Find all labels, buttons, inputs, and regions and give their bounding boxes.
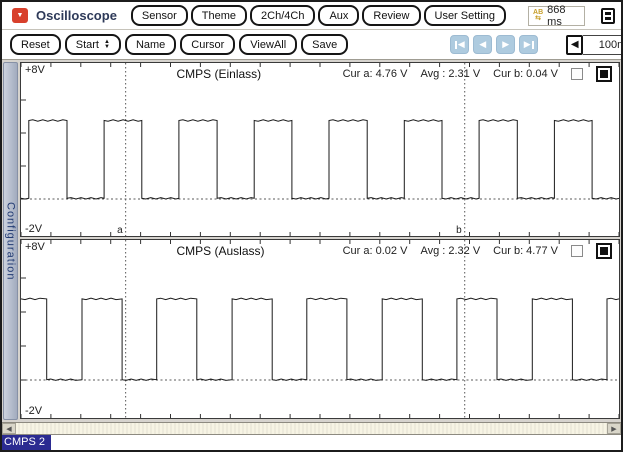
channel1-active-indicator[interactable] (596, 66, 612, 82)
review-button[interactable]: Review (362, 5, 420, 26)
next-record-button[interactable]: ▶ (496, 35, 515, 54)
channel1-panel[interactable]: ab +8V -2V CMPS (Einlass) Cur a: 4.76 V … (20, 62, 620, 237)
channel2-ymax-label: +8V (25, 241, 45, 253)
channel2-ymin-label: -2V (25, 405, 42, 417)
channel1-ymin-label: -2V (25, 223, 42, 235)
app-title: Oscilloscope (36, 8, 117, 23)
channel-mode-button[interactable]: 2Ch/4Ch (250, 5, 315, 26)
channel2-checkbox[interactable] (571, 245, 583, 257)
channel2-cursor-a-readout: Cur a: 0.02 V (343, 245, 408, 257)
name-button[interactable]: Name (125, 34, 176, 55)
time-base-control: ◀ 100ms ▶ (566, 35, 623, 55)
right-triangle-icon: ▶ (524, 39, 531, 50)
status-bar: CMPS 2 (2, 435, 621, 450)
menu-icon[interactable] (601, 8, 615, 24)
scroll-right-button[interactable]: ▶ (607, 423, 621, 434)
right-triangle-icon: ▶ (502, 39, 509, 50)
channel2-active-indicator[interactable] (596, 243, 612, 259)
channel1-waveform-plot[interactable]: ab (21, 63, 619, 236)
first-record-button[interactable]: ◀ (450, 35, 469, 54)
sensor-button[interactable]: Sensor (131, 5, 188, 26)
time-base-decrease-button[interactable]: ◀ (566, 35, 583, 55)
start-button[interactable]: Start ▲▼ (65, 34, 121, 55)
svg-text:a: a (117, 225, 123, 236)
aux-button[interactable]: Aux (318, 5, 359, 26)
save-button[interactable]: Save (301, 34, 348, 55)
ab-timer-icon: AB⇆ (533, 10, 543, 22)
reset-button[interactable]: Reset (10, 34, 61, 55)
last-record-button[interactable]: ▶ (519, 35, 538, 54)
svg-text:b: b (456, 225, 462, 236)
channel1-ymax-label: +8V (25, 64, 45, 76)
scroll-left-button[interactable]: ◀ (2, 423, 16, 434)
scrollbar-track[interactable] (16, 423, 607, 434)
channel2-readouts: Cur a: 0.02 V Avg : 2.32 V Cur b: 4.77 V (343, 243, 612, 259)
channel1-readouts: Cur a: 4.76 V Avg : 2.31 V Cur b: 0.04 V (343, 66, 612, 82)
channel1-cursor-a-readout: Cur a: 4.76 V (343, 68, 408, 80)
start-spinner-icon[interactable]: ▲▼ (104, 40, 110, 50)
horizontal-scrollbar: ◀ ▶ (2, 422, 621, 435)
view-all-button[interactable]: ViewAll (239, 34, 297, 55)
channel2-waveform-plot[interactable] (21, 240, 619, 418)
sample-time-display: AB⇆ 868 ms (528, 6, 585, 26)
cursor-button[interactable]: Cursor (180, 34, 235, 55)
channel1-avg-readout: Avg : 2.31 V (420, 68, 480, 80)
right-triangle-icon: ▶ (611, 425, 616, 433)
channel2-avg-readout: Avg : 2.32 V (420, 245, 480, 257)
app-dropdown-icon[interactable]: ▼ (12, 8, 28, 23)
channel2-panel[interactable]: +8V -2V CMPS (Auslass) Cur a: 0.02 V Avg… (20, 239, 620, 419)
time-base-value[interactable]: 100ms (583, 35, 623, 55)
channel1-checkbox[interactable] (571, 68, 583, 80)
configuration-tab-label: Configuration (5, 202, 17, 280)
side-strip: Configuration (3, 62, 18, 420)
down-triangle-icon: ▼ (17, 12, 24, 19)
left-triangle-icon: ◀ (6, 425, 11, 433)
sample-time-value: 868 ms (547, 4, 580, 28)
header-bar: ▼ Oscilloscope Sensor Theme 2Ch/4Ch Aux … (2, 2, 621, 30)
chart-stack: ab +8V -2V CMPS (Einlass) Cur a: 4.76 V … (20, 62, 620, 420)
configuration-tab[interactable]: Configuration (3, 62, 18, 420)
user-setting-button[interactable]: User Setting (424, 5, 507, 26)
chann2-cursor-b-readout: Cur b: 4.77 V (493, 245, 558, 257)
record-nav: ◀ ◀ ▶ ▶ (450, 35, 538, 54)
channel1-cursor-b-readout: Cur b: 0.04 V (493, 68, 558, 80)
left-triangle-icon: ◀ (458, 39, 465, 50)
sensor-badge[interactable]: CMPS 2 (2, 435, 51, 450)
channel1-title: CMPS (Einlass) (176, 67, 261, 81)
oscilloscope-window: ▼ Oscilloscope Sensor Theme 2Ch/4Ch Aux … (0, 0, 623, 452)
left-triangle-icon: ◀ (479, 39, 486, 50)
main-area: Configuration ab +8V -2V CMPS (Einlass) … (2, 60, 621, 422)
left-triangle-icon: ◀ (571, 39, 579, 50)
prev-record-button[interactable]: ◀ (473, 35, 492, 54)
toolbar: Reset Start ▲▼ Name Cursor ViewAll Save … (2, 30, 621, 60)
theme-button[interactable]: Theme (191, 5, 247, 26)
header-buttons: Sensor Theme 2Ch/4Ch Aux Review User Set… (131, 5, 506, 26)
channel2-title: CMPS (Auslass) (176, 244, 264, 258)
